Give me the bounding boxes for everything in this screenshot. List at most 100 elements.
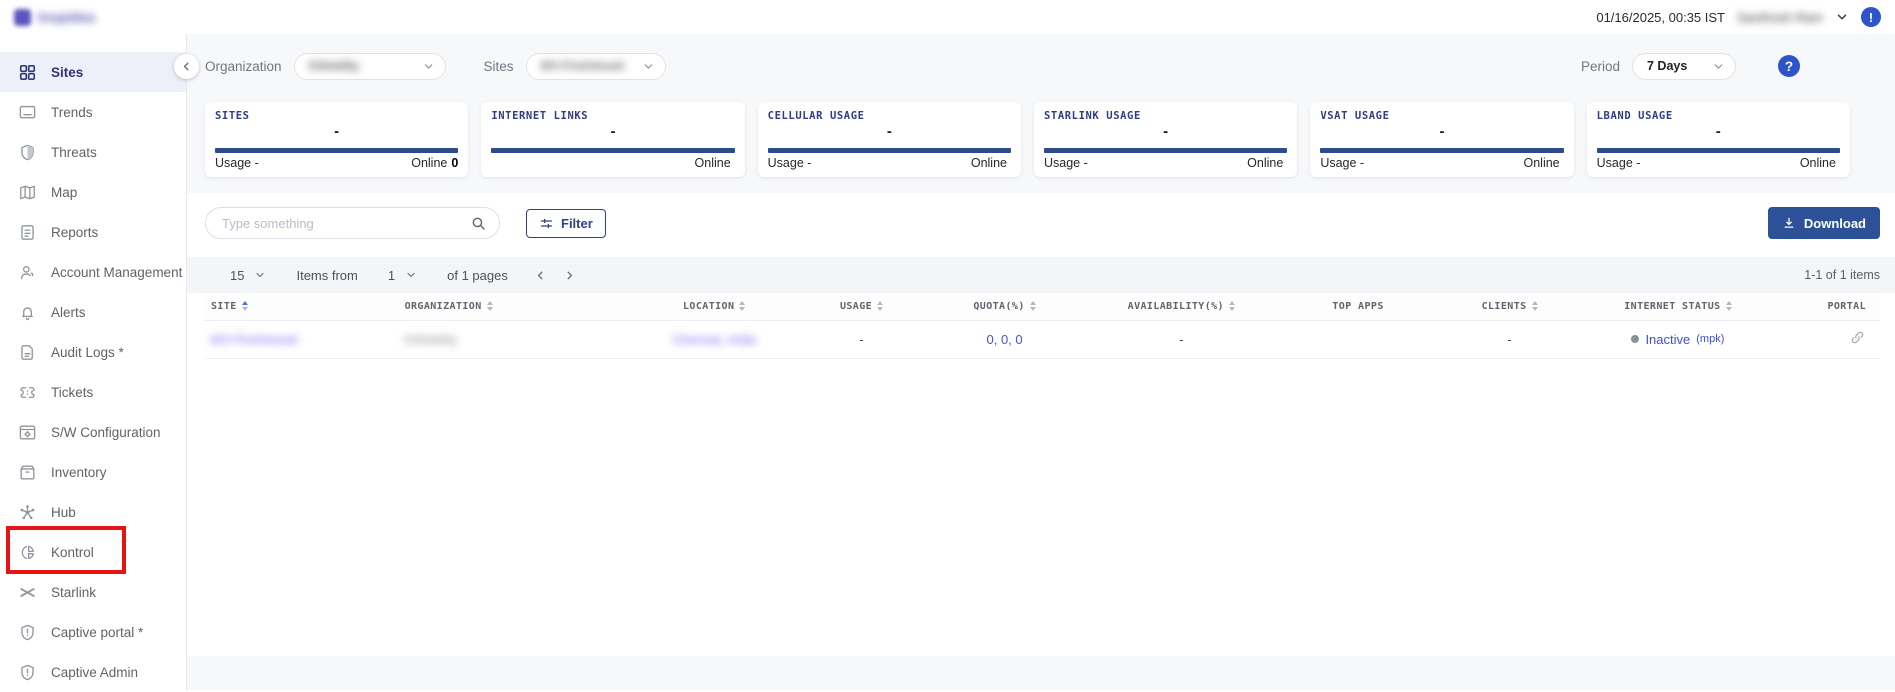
- help-icon[interactable]: ?: [1778, 55, 1800, 77]
- of-pages-label: of 1 pages: [447, 268, 508, 283]
- sidebar-collapse-button[interactable]: [174, 54, 199, 79]
- internet-status: Inactive (mpk): [1631, 332, 1724, 347]
- user-menu-chevron-down-icon[interactable]: [1835, 10, 1849, 24]
- sidebar-item-threats[interactable]: Threats: [0, 132, 186, 172]
- download-button-label: Download: [1804, 216, 1866, 231]
- table-header-row: SITE ORGANIZATION LOCATION USAGE QUOTA(%…: [205, 293, 1880, 320]
- stat-card-online-label: Online: [971, 156, 1007, 170]
- sidebar-item-sites[interactable]: Sites: [0, 52, 186, 92]
- sort-icon[interactable]: [1726, 301, 1732, 311]
- internet-status-suffix: (mpk): [1696, 333, 1724, 345]
- notification-badge-icon[interactable]: !: [1861, 7, 1881, 27]
- sort-icon[interactable]: [877, 301, 883, 311]
- stat-card-internet-links: INTERNET LINKS - Online: [481, 102, 744, 177]
- sidebar-item-label: Hub: [51, 505, 76, 520]
- column-header-usage[interactable]: USAGE: [803, 293, 921, 320]
- sort-icon[interactable]: [242, 301, 248, 311]
- sites-value: MV-FirstVessel: [541, 59, 624, 73]
- column-header-internet-status[interactable]: INTERNET STATUS: [1577, 293, 1779, 320]
- table-panel: Filter Download 15 Items from 1: [187, 193, 1895, 656]
- search-input[interactable]: [222, 216, 470, 231]
- sidebar: Sites Trends Threats Map Reports Account…: [0, 34, 187, 690]
- monitor-icon: [18, 103, 37, 122]
- stat-card-online-value: 0: [451, 156, 458, 170]
- column-header-organization[interactable]: ORGANIZATION: [399, 293, 626, 320]
- hub-icon: [18, 503, 37, 522]
- filter-button-label: Filter: [561, 216, 593, 231]
- toolbar: Filter Download: [205, 207, 1880, 239]
- next-page-button[interactable]: [563, 269, 576, 282]
- stat-card-title: SITES: [215, 110, 458, 122]
- stat-card-value: -: [1597, 123, 1840, 141]
- internet-status-text: Inactive: [1645, 332, 1690, 347]
- sidebar-item-hub[interactable]: Hub: [0, 492, 186, 532]
- sidebar-item-trends[interactable]: Trends: [0, 92, 186, 132]
- sidebar-item-label: Inventory: [51, 465, 107, 480]
- organization-dropdown[interactable]: KMobility: [294, 53, 446, 80]
- sort-icon[interactable]: [1532, 301, 1538, 311]
- sidebar-item-label: Captive portal *: [51, 625, 143, 640]
- sidebar-item-kontrol[interactable]: Kontrol: [0, 532, 186, 572]
- sidebar-item-alerts[interactable]: Alerts: [0, 292, 186, 332]
- sidebar-item-map[interactable]: Map: [0, 172, 186, 212]
- sites-dropdown[interactable]: MV-FirstVessel: [526, 53, 666, 80]
- stat-card-value: -: [215, 123, 458, 141]
- top-apps-cell: [1274, 320, 1442, 358]
- column-header-clients[interactable]: CLIENTS: [1442, 293, 1577, 320]
- grid-icon: [18, 63, 37, 82]
- map-icon: [18, 183, 37, 202]
- page-size-dropdown[interactable]: 15: [230, 268, 266, 283]
- filter-button[interactable]: Filter: [526, 209, 606, 238]
- user-icon: [18, 263, 37, 282]
- column-header-quota[interactable]: QUOTA(%): [920, 293, 1088, 320]
- sidebar-item-captive-admin[interactable]: Captive Admin: [0, 652, 186, 692]
- filter-bar: Organization KMobility Sites MV-FirstVes…: [205, 34, 1880, 98]
- page-number-dropdown[interactable]: 1: [388, 268, 417, 283]
- period-label: Period: [1581, 59, 1620, 74]
- location-link[interactable]: Chennai, India: [672, 332, 756, 347]
- column-header-portal: PORTAL: [1779, 293, 1880, 320]
- column-header-location[interactable]: LOCATION: [626, 293, 803, 320]
- site-link[interactable]: MV-FirstVessel: [211, 332, 298, 347]
- sidebar-item-account-management[interactable]: Account Management: [0, 252, 186, 292]
- sidebar-item-label: Map: [51, 185, 77, 200]
- sort-icon[interactable]: [487, 301, 493, 311]
- sidebar-item-captive-portal[interactable]: Captive portal *: [0, 612, 186, 652]
- page-size-value: 15: [230, 268, 244, 283]
- column-header-availability[interactable]: AVAILABILITY(%): [1089, 293, 1274, 320]
- stat-card-bar: [768, 148, 1011, 153]
- user-name: Santhosh Ram: [1737, 10, 1823, 25]
- stat-cards-row: SITES - Usage - Online0 INTERNET LINKS -…: [205, 102, 1880, 177]
- sidebar-item-label: Kontrol: [51, 545, 94, 560]
- sidebar-item-starlink[interactable]: Starlink: [0, 572, 186, 612]
- shield-alert-icon: [18, 663, 37, 682]
- sidebar-item-sw-configuration[interactable]: S/W Configuration: [0, 412, 186, 452]
- page-number-value: 1: [388, 268, 395, 283]
- stat-card-bar: [1320, 148, 1563, 153]
- top-bar: Inspidea 01/16/2025, 00:35 IST Santhosh …: [0, 0, 1895, 34]
- sidebar-item-tickets[interactable]: Tickets: [0, 372, 186, 412]
- sidebar-item-audit-logs[interactable]: Audit Logs *: [0, 332, 186, 372]
- datetime-label: 01/16/2025, 00:35 IST: [1596, 10, 1725, 25]
- sort-icon[interactable]: [1229, 301, 1235, 311]
- sidebar-item-label: Threats: [51, 145, 97, 160]
- sort-icon[interactable]: [739, 301, 745, 311]
- download-button[interactable]: Download: [1768, 207, 1880, 239]
- stat-card-value: -: [491, 123, 734, 141]
- stat-card-bar: [1044, 148, 1287, 153]
- column-header-site[interactable]: SITE: [205, 293, 399, 320]
- search-box[interactable]: [205, 207, 500, 239]
- portal-link-icon[interactable]: [1849, 334, 1866, 349]
- sidebar-item-label: S/W Configuration: [51, 425, 161, 440]
- items-range-label: 1-1 of 1 items: [1804, 268, 1880, 282]
- sort-icon[interactable]: [1030, 301, 1036, 311]
- sidebar-item-reports[interactable]: Reports: [0, 212, 186, 252]
- quota-link[interactable]: 0, 0, 0: [987, 332, 1023, 347]
- app-logo[interactable]: Inspidea: [14, 9, 95, 26]
- document-icon: [18, 343, 37, 362]
- period-dropdown[interactable]: 7 Days: [1632, 53, 1736, 80]
- sidebar-item-inventory[interactable]: Inventory: [0, 452, 186, 492]
- previous-page-button[interactable]: [534, 269, 547, 282]
- sidebar-item-label: Audit Logs *: [51, 345, 124, 360]
- sites-table: SITE ORGANIZATION LOCATION USAGE QUOTA(%…: [205, 293, 1880, 359]
